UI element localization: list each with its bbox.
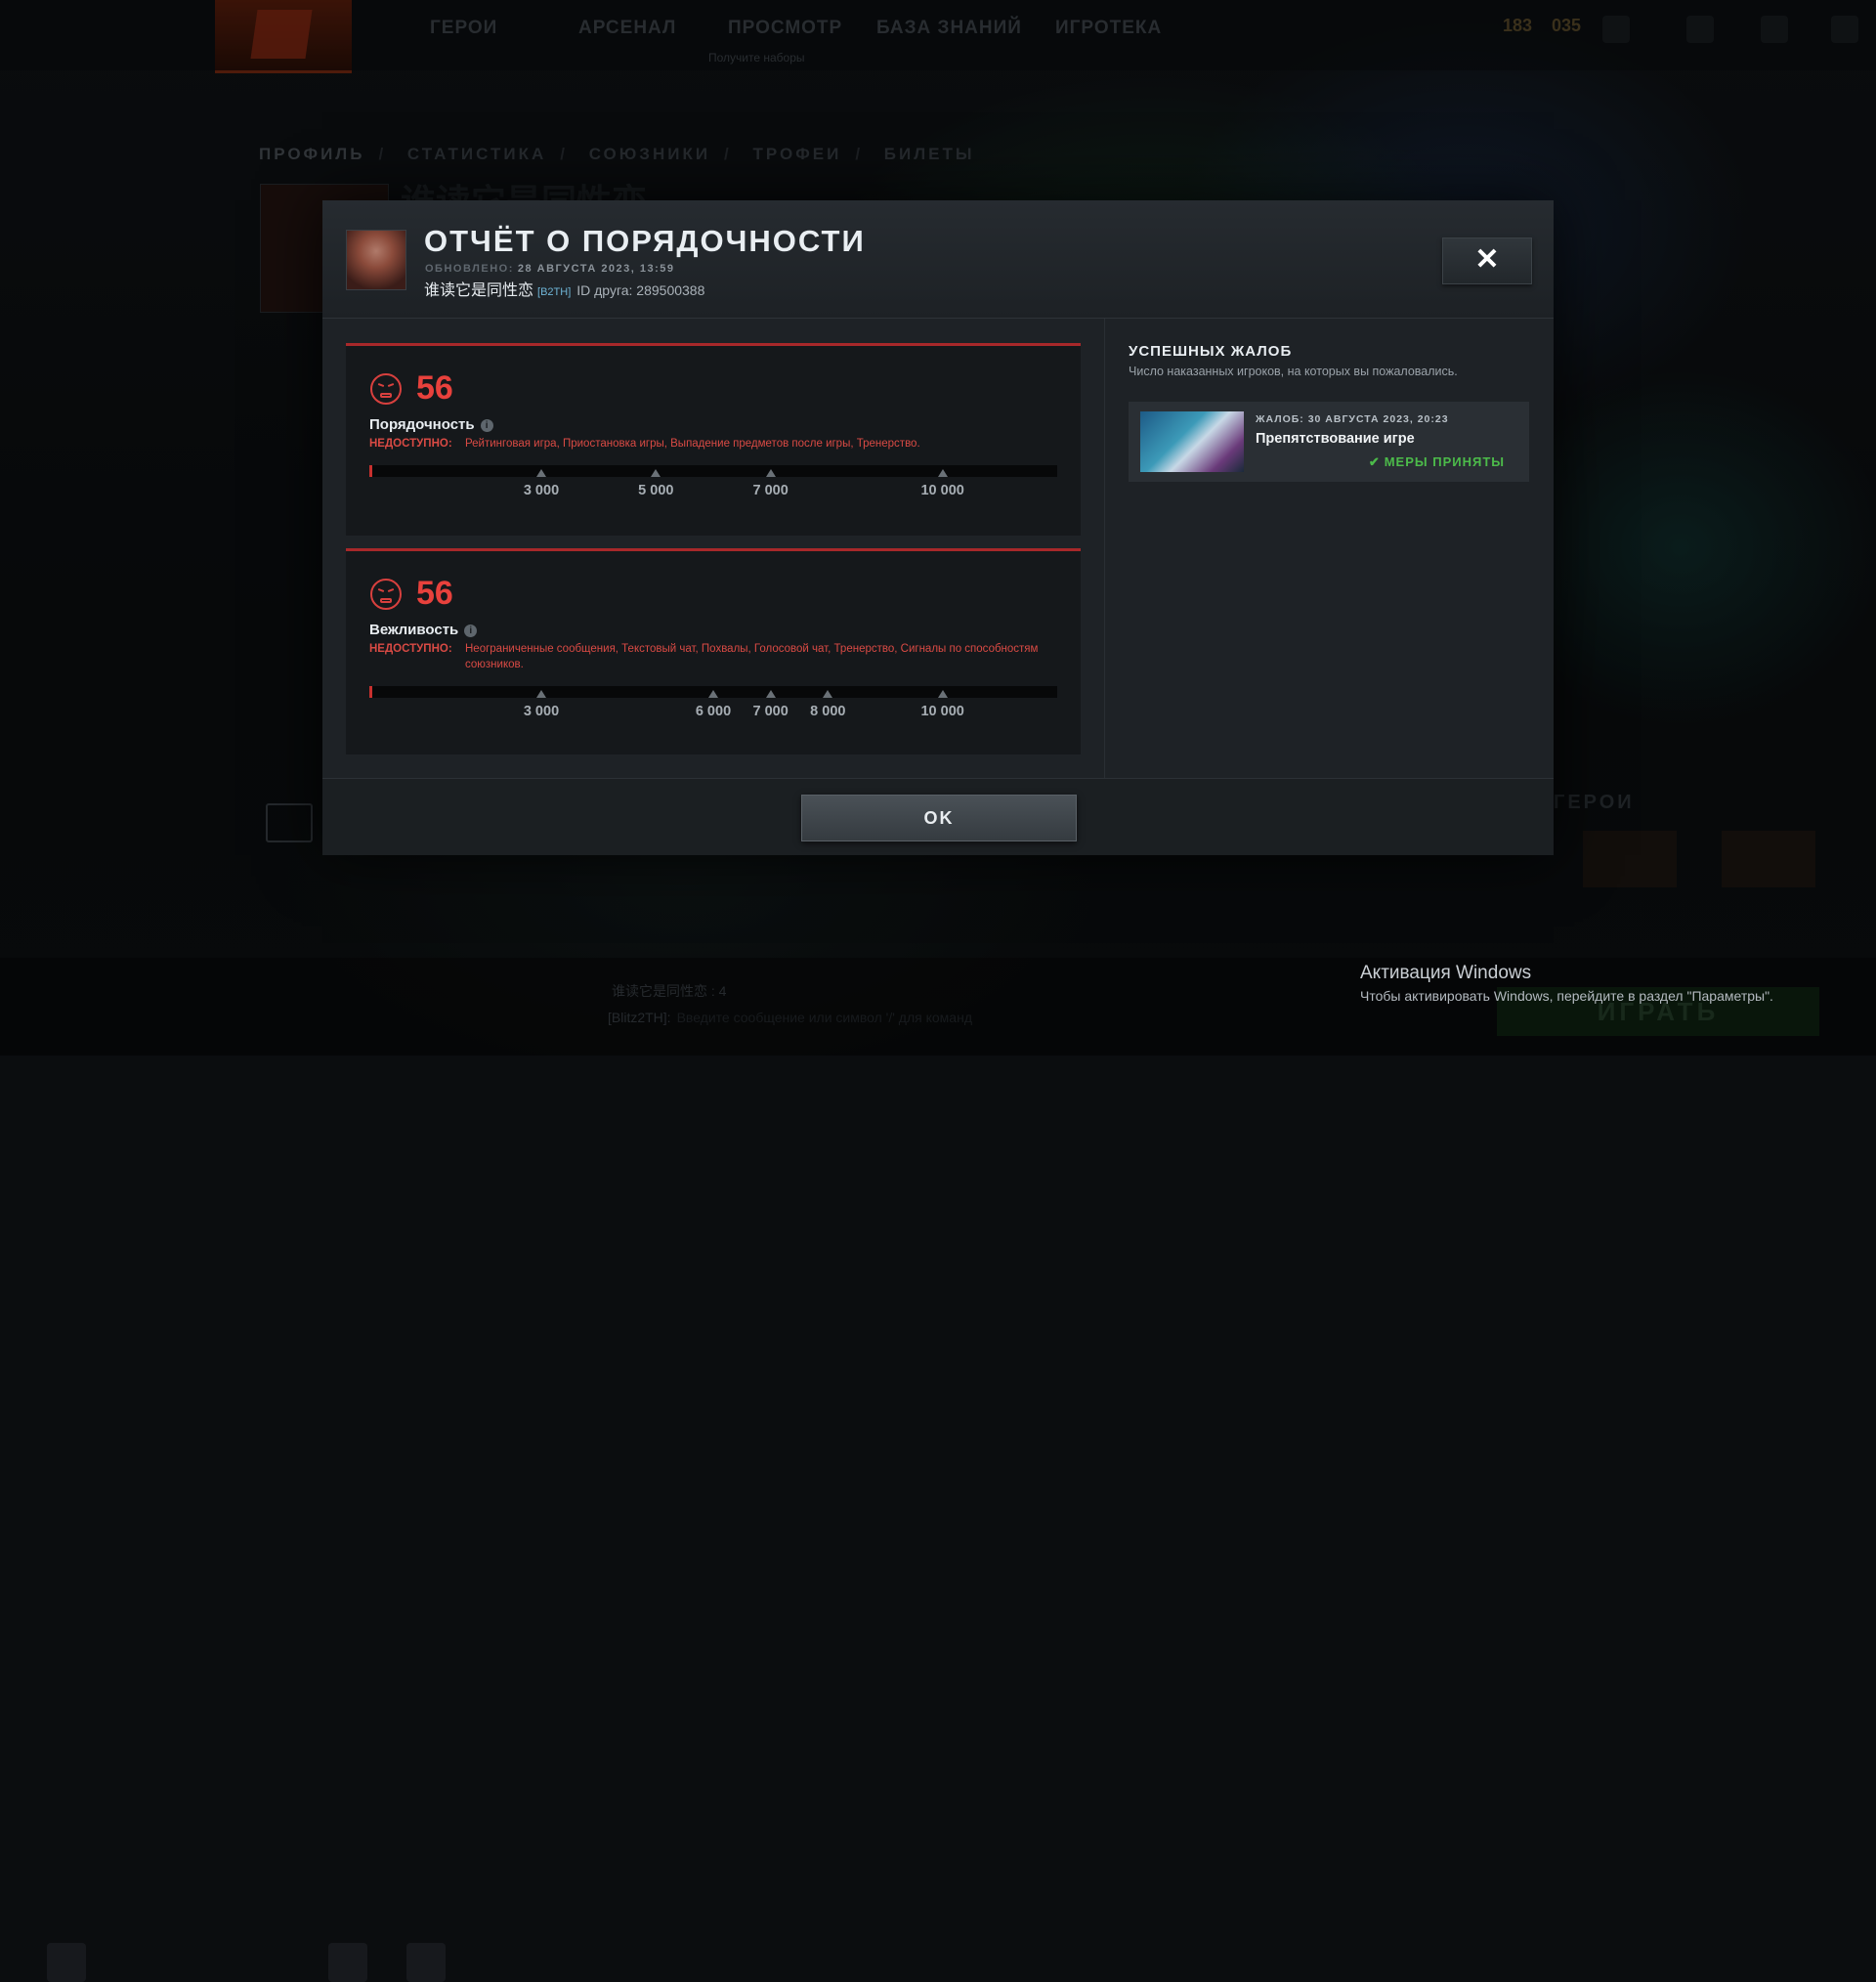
reports-title: УСПЕШНЫХ ЖАЛОБ bbox=[1129, 343, 1293, 360]
friend-id: ID друга: 289500388 bbox=[576, 282, 705, 298]
communication-tick-marker bbox=[823, 690, 833, 698]
communication-score-fill bbox=[369, 686, 373, 698]
report-status: ✔ МЕРЫ ПРИНЯТЫ bbox=[1369, 454, 1505, 470]
angry-face-icon bbox=[370, 579, 402, 610]
communication-tick-label: 10 000 bbox=[920, 704, 964, 719]
modal-title: ОТЧЁТ О ПОРЯДОЧНОСТИ bbox=[424, 224, 866, 258]
windows-activation-text: Чтобы активировать Windows, перейдите в … bbox=[1360, 988, 1773, 1004]
communication-tick-marker bbox=[937, 690, 948, 698]
user-info: 谁读它是同性恋 [B2TH] ID друга: 289500388 bbox=[424, 277, 704, 300]
info-icon[interactable]: i bbox=[464, 625, 478, 637]
reports-subtitle: Число наказанных игроков, на которых вы … bbox=[1129, 365, 1458, 378]
behavior-tick-marker bbox=[937, 469, 948, 477]
windows-activation-notice: Активация Windows Чтобы активировать Win… bbox=[1360, 963, 1773, 1004]
behavior-score-fill bbox=[369, 465, 373, 477]
unavailable-features: Рейтинговая игра, Приостановка игры, Вып… bbox=[465, 438, 920, 450]
behavior-tick-label: 10 000 bbox=[920, 483, 964, 498]
behavior-score: 56 bbox=[416, 369, 453, 407]
behavior-unavailable: НЕДОСТУПНО: Рейтинговая игра, Приостанов… bbox=[369, 436, 1051, 452]
group-icon[interactable] bbox=[406, 1943, 446, 1982]
username: 谁读它是同性恋 bbox=[424, 282, 534, 299]
behavior-label-text: Порядочность bbox=[369, 416, 475, 433]
report-reason: Препятствование игре bbox=[1256, 431, 1415, 447]
communication-score-bar: 3 000 6 000 7 000 8 000 10 000 bbox=[369, 686, 1057, 719]
report-status-text: МЕРЫ ПРИНЯТЫ bbox=[1384, 454, 1505, 469]
behavior-score-bar: 3 000 5 000 7 000 10 000 bbox=[369, 465, 1057, 498]
updated-value: 28 АВГУСТА 2023, 13:59 bbox=[517, 263, 675, 275]
communication-tick-label: 8 000 bbox=[810, 704, 846, 719]
ok-button[interactable]: OK bbox=[801, 795, 1077, 841]
unavailable-key: НЕДОСТУПНО: bbox=[369, 643, 452, 655]
communication-label-text: Вежливость bbox=[369, 622, 459, 638]
divider bbox=[1104, 319, 1105, 778]
modal-header: ОТЧЁТ О ПОРЯДОЧНОСТИ ОБНОВЛЕНО: 28 АВГУСТ… bbox=[322, 200, 1554, 319]
party-member-icon[interactable] bbox=[47, 1943, 86, 1982]
user-tag: [B2TH] bbox=[537, 286, 572, 298]
updated-label: ОБНОВЛЕНО: bbox=[425, 263, 514, 275]
avatar[interactable] bbox=[328, 1943, 367, 1982]
conduct-report-modal: ОТЧЁТ О ПОРЯДОЧНОСТИ ОБНОВЛЕНО: 28 АВГУСТ… bbox=[322, 200, 1554, 855]
report-item: ЖАЛОБ: 30 АВГУСТА 2023, 20:23 Препятство… bbox=[1129, 402, 1529, 482]
updated-timestamp: ОБНОВЛЕНО: 28 АВГУСТА 2023, 13:59 bbox=[425, 263, 675, 275]
communication-score: 56 bbox=[416, 575, 453, 612]
windows-activation-title: Активация Windows bbox=[1360, 963, 1532, 983]
behavior-score-panel: 56 Порядочность i НЕДОСТУПНО: Рейтинговая… bbox=[346, 343, 1081, 536]
behavior-tick-marker bbox=[765, 469, 776, 477]
angry-face-icon bbox=[370, 373, 402, 405]
communication-tick-marker bbox=[765, 690, 776, 698]
communication-score-panel: 56 Вежливость i НЕДОСТУПНО: Неограниченны… bbox=[346, 548, 1081, 754]
communication-tick-marker bbox=[708, 690, 718, 698]
report-date: ЖАЛОБ: 30 АВГУСТА 2023, 20:23 bbox=[1256, 413, 1449, 425]
communication-unavailable: НЕДОСТУПНО: Неограниченные сообщения, Те… bbox=[369, 641, 1051, 672]
close-button[interactable]: ✕ bbox=[1442, 237, 1532, 284]
unavailable-features: Неограниченные сообщения, Текстовый чат,… bbox=[465, 643, 1039, 670]
behavior-tick-label: 5 000 bbox=[638, 483, 674, 498]
communication-tick-marker bbox=[536, 690, 546, 698]
behavior-tick-marker bbox=[536, 469, 546, 477]
info-icon[interactable]: i bbox=[480, 419, 493, 432]
hero-portrait bbox=[1140, 411, 1244, 472]
checkmark-icon: ✔ bbox=[1368, 454, 1381, 469]
behavior-tick-marker bbox=[651, 469, 661, 477]
avatar bbox=[346, 230, 406, 290]
communication-label: Вежливость i bbox=[369, 622, 478, 638]
unavailable-key: НЕДОСТУПНО: bbox=[369, 438, 452, 450]
communication-tick-label: 3 000 bbox=[523, 704, 560, 719]
behavior-tick-label: 7 000 bbox=[752, 483, 789, 498]
behavior-tick-label: 3 000 bbox=[523, 483, 560, 498]
behavior-label: Порядочность i bbox=[369, 416, 493, 433]
